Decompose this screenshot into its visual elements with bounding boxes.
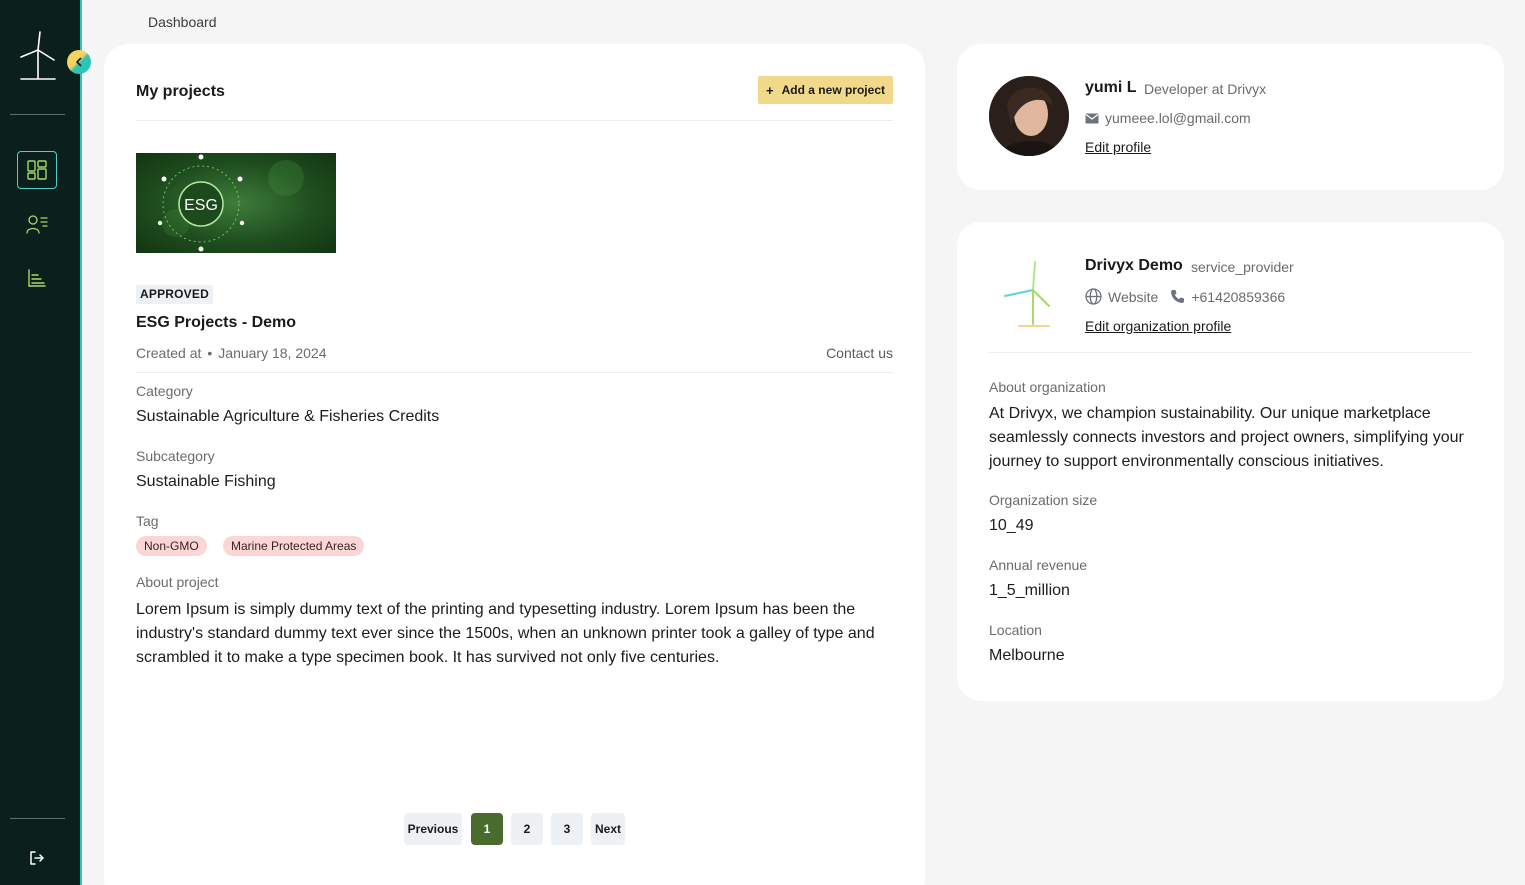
about-project-label: About project [136, 574, 219, 590]
contact-us-link[interactable]: Contact us [826, 345, 893, 361]
sidebar-item-dashboard[interactable] [17, 151, 57, 189]
add-project-label: Add a new project [781, 83, 885, 97]
breadcrumb[interactable]: Dashboard [148, 14, 217, 30]
sidebar-collapse-toggle[interactable] [67, 50, 91, 74]
location-label: Location [989, 622, 1042, 638]
category-value: Sustainable Agriculture & Fisheries Cred… [136, 408, 440, 425]
avatar [989, 76, 1069, 156]
user-profile-card: yumi L Developer at Drivyx yumeee.lol@gm… [957, 44, 1504, 190]
pagination-next-button[interactable]: Next [591, 813, 625, 845]
chevron-left-icon [76, 57, 82, 67]
organization-divider [989, 352, 1472, 353]
tag-chip: Non-GMO [136, 536, 207, 556]
phone-link[interactable]: +61420859366 [1170, 289, 1285, 305]
sidebar-divider-bottom [10, 818, 65, 819]
location-value: Melbourne [989, 647, 1065, 664]
dashboard-icon [27, 160, 47, 180]
tag-label: Tag [136, 513, 159, 529]
organization-size-value: 10_49 [989, 517, 1034, 534]
sidebar [0, 0, 82, 885]
person-portrait-icon [989, 76, 1069, 156]
organization-card: Drivyx Demo service_provider Website +61… [957, 222, 1504, 701]
tag-chip: Marine Protected Areas [223, 536, 365, 556]
thumbnail-text: ESG [184, 197, 218, 214]
organization-logo-wind-turbine-icon [1004, 261, 1050, 327]
profile-email: yumeee.lol@gmail.com [1105, 110, 1251, 126]
sidebar-divider [10, 114, 65, 115]
phone-number: +61420859366 [1191, 288, 1286, 305]
profile-role: Developer at Drivyx [1144, 81, 1267, 97]
edit-organization-profile-link[interactable]: Edit organization profile [1085, 318, 1231, 334]
project-name[interactable]: ESG Projects - Demo [136, 314, 296, 332]
category-label: Category [136, 383, 193, 399]
created-info: Created at • January 18, 2024 [136, 345, 326, 361]
pagination-page-1[interactable]: 1 [471, 813, 503, 845]
plus-icon: + [766, 82, 774, 98]
edit-profile-link[interactable]: Edit profile [1085, 139, 1151, 155]
pagination-page-3[interactable]: 3 [551, 813, 583, 845]
annual-revenue-label: Annual revenue [989, 557, 1088, 573]
projects-header: My projects + Add a new project [136, 76, 893, 121]
about-project-text: Lorem Ipsum is simply dummy text of the … [136, 601, 875, 666]
created-label: Created at [136, 345, 202, 361]
organization-size-label: Organization size [989, 492, 1098, 508]
pagination-previous-button[interactable]: Previous [404, 813, 462, 845]
my-projects-card: My projects + Add a new project ESG APPR… [104, 44, 925, 885]
annual-revenue-value: 1_5_million [989, 582, 1070, 599]
project-meta-row: Created at • January 18, 2024 Contact us [136, 345, 893, 373]
sidebar-item-analytics[interactable] [17, 259, 57, 297]
organization-name: Drivyx Demo [1085, 257, 1183, 274]
esg-graphic-icon: ESG [157, 154, 304, 252]
wind-turbine-logo-icon[interactable] [17, 30, 59, 82]
globe-icon [1085, 288, 1102, 305]
logout-icon [30, 851, 44, 865]
users-list-icon [26, 215, 48, 234]
subcategory-label: Subcategory [136, 448, 215, 464]
created-separator: • [207, 345, 213, 361]
projects-title: My projects [136, 83, 225, 100]
organization-type: service_provider [1191, 259, 1294, 275]
profile-email-row: yumeee.lol@gmail.com [1085, 110, 1251, 126]
add-project-button[interactable]: + Add a new project [758, 76, 893, 104]
project-thumbnail[interactable]: ESG [136, 153, 336, 253]
profile-name: yumi L [1085, 79, 1137, 96]
sidebar-item-users[interactable] [17, 205, 57, 243]
subcategory-value: Sustainable Fishing [136, 473, 276, 490]
logout-button[interactable] [17, 839, 57, 877]
organization-contact-row: Website +61420859366 [1085, 288, 1297, 305]
mail-icon [1085, 113, 1099, 123]
about-organization-text: At Drivyx, we champion sustainability. O… [989, 405, 1464, 470]
created-date: January 18, 2024 [218, 345, 327, 361]
pagination-page-2[interactable]: 2 [511, 813, 543, 845]
phone-icon [1171, 290, 1185, 303]
website-link[interactable]: Website [1085, 288, 1158, 305]
website-label: Website [1108, 288, 1159, 305]
about-organization-label: About organization [989, 379, 1106, 395]
chart-icon [28, 269, 46, 287]
status-badge: APPROVED [136, 285, 213, 304]
